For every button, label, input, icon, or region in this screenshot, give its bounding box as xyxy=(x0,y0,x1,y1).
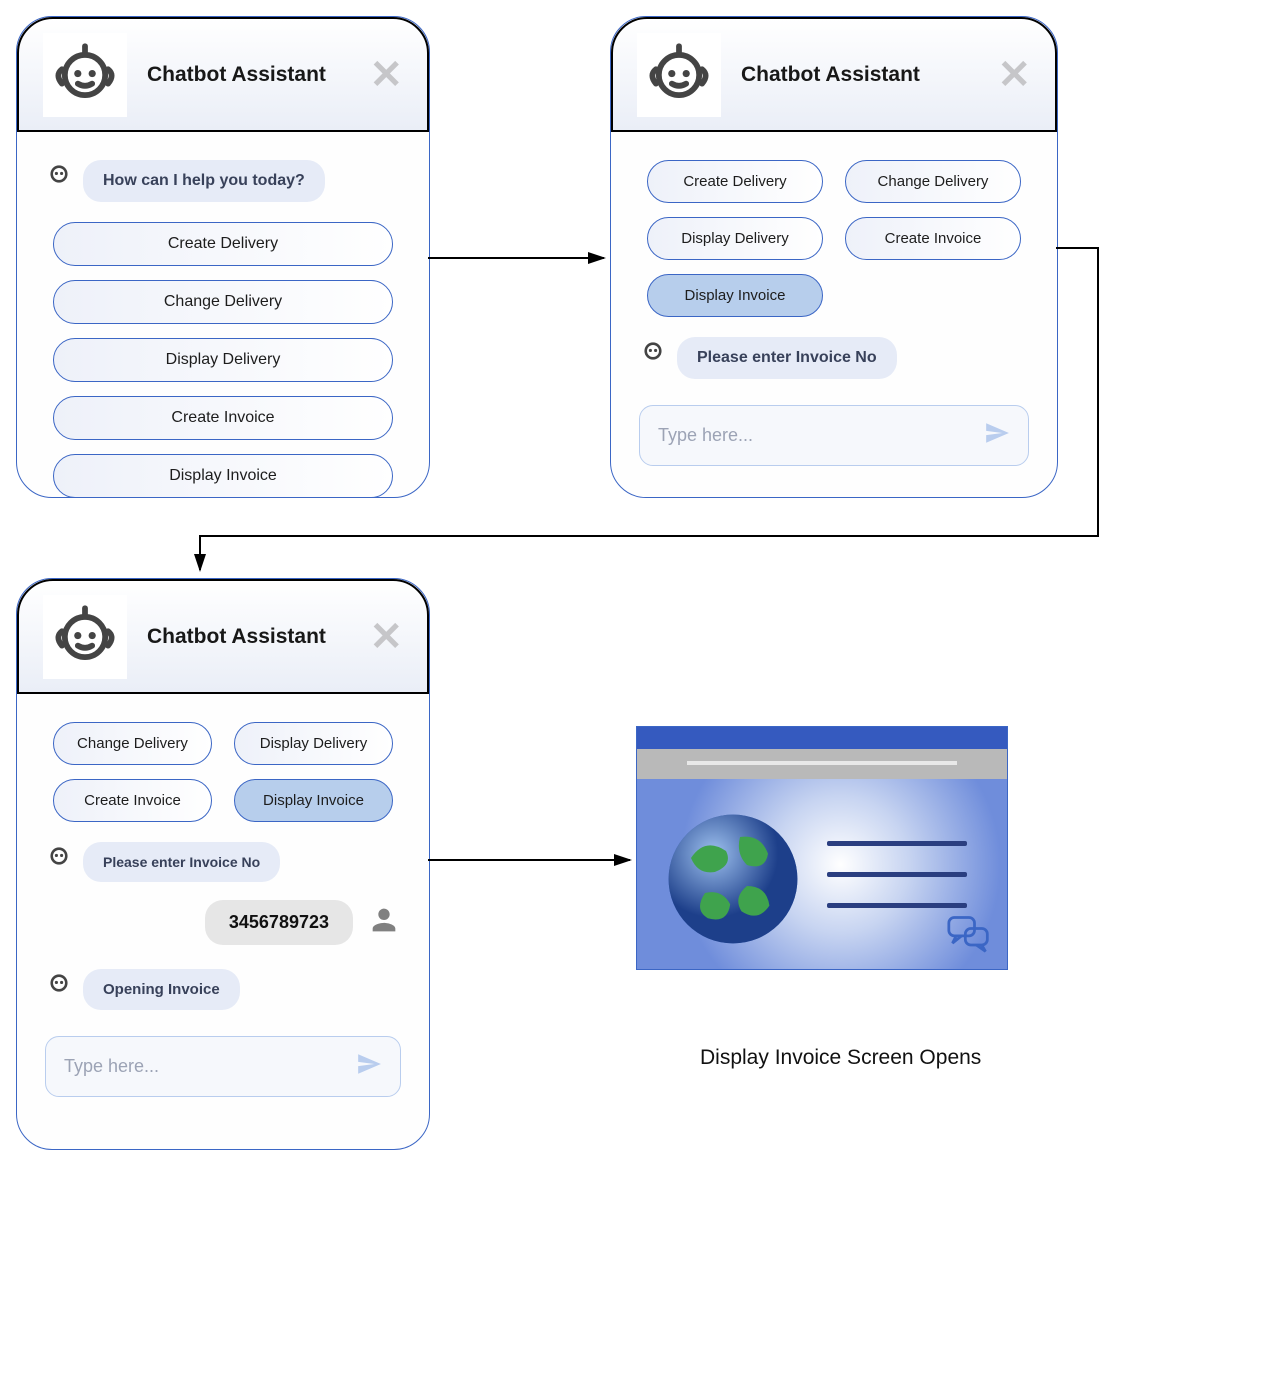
option-grid: Change Delivery Display Delivery Create … xyxy=(45,722,401,822)
panel-header: Chatbot Assistant ✕ xyxy=(17,579,429,694)
chat-panel-3: Chatbot Assistant ✕ Change Delivery Disp… xyxy=(16,578,430,1150)
bot-message-row: Please enter Invoice No xyxy=(45,842,401,882)
chat-icon xyxy=(947,914,991,959)
option-change-delivery[interactable]: Change Delivery xyxy=(53,722,212,765)
screen-titlebar xyxy=(637,727,1007,749)
panel-header: Chatbot Assistant ✕ xyxy=(17,17,429,132)
bot-avatar-icon xyxy=(45,842,73,870)
option-create-delivery[interactable]: Create Delivery xyxy=(647,160,823,203)
result-caption: Display Invoice Screen Opens xyxy=(700,1046,981,1070)
screen-text-lines xyxy=(827,841,967,934)
close-icon[interactable]: ✕ xyxy=(997,52,1031,98)
arrow-2-to-3 xyxy=(190,248,1110,584)
bot-avatar-icon xyxy=(45,969,73,997)
bot-message-row: How can I help you today? xyxy=(45,160,401,202)
close-icon[interactable]: ✕ xyxy=(369,614,403,660)
panel-title: Chatbot Assistant xyxy=(741,63,920,87)
user-message-row: 3456789723 xyxy=(45,900,401,945)
robot-icon xyxy=(43,595,127,679)
panel-title: Chatbot Assistant xyxy=(147,63,326,87)
screen-progressbar xyxy=(637,749,1007,779)
send-icon[interactable] xyxy=(356,1051,382,1082)
arrow-3-to-screen xyxy=(428,850,638,870)
bot-avatar-icon xyxy=(45,160,73,188)
panel-body: Change Delivery Display Delivery Create … xyxy=(17,694,429,1117)
robot-icon xyxy=(43,33,127,117)
bot-message-bubble: Opening Invoice xyxy=(83,969,240,1010)
input-placeholder: Type here... xyxy=(64,1056,356,1077)
panel-title: Chatbot Assistant xyxy=(147,625,326,649)
option-display-delivery[interactable]: Display Delivery xyxy=(234,722,393,765)
panel-header: Chatbot Assistant ✕ xyxy=(611,17,1057,132)
bot-message-bubble: Please enter Invoice No xyxy=(83,842,280,882)
user-icon xyxy=(367,903,401,942)
message-input[interactable]: Type here... xyxy=(45,1036,401,1097)
user-message-bubble: 3456789723 xyxy=(205,900,353,945)
result-screen-card xyxy=(636,726,1008,970)
screen-body xyxy=(637,779,1007,969)
option-display-invoice[interactable]: Display Invoice xyxy=(234,779,393,822)
robot-icon xyxy=(637,33,721,117)
globe-icon xyxy=(663,809,803,949)
close-icon[interactable]: ✕ xyxy=(369,52,403,98)
bot-message-bubble: How can I help you today? xyxy=(83,160,325,202)
bot-message-row: Opening Invoice xyxy=(45,969,401,1010)
option-create-invoice[interactable]: Create Invoice xyxy=(53,779,212,822)
option-change-delivery[interactable]: Change Delivery xyxy=(845,160,1021,203)
